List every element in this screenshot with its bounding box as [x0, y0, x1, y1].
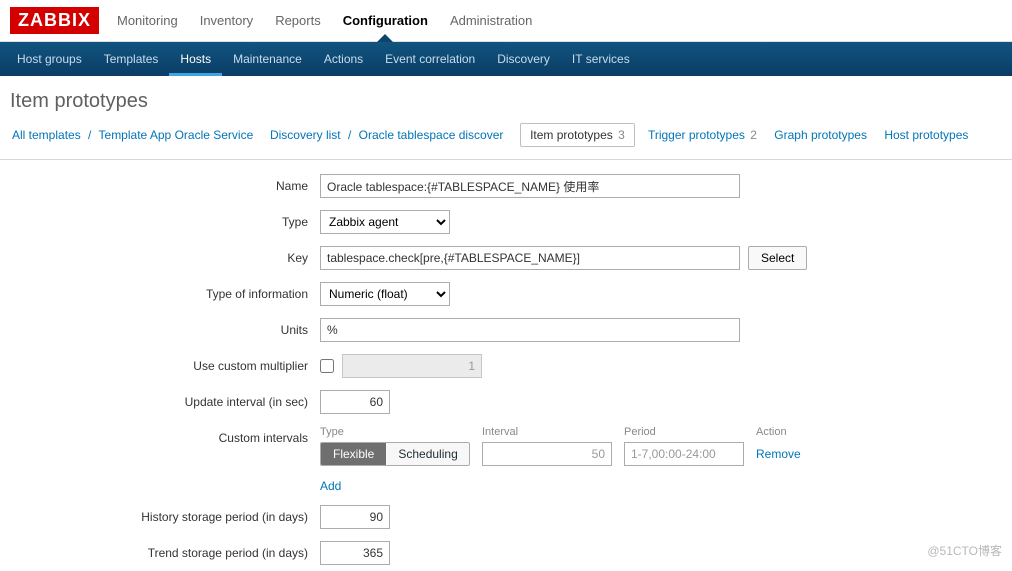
subnav-maintenance[interactable]: Maintenance — [222, 42, 313, 76]
sub-nav: Host groups Templates Hosts Maintenance … — [0, 42, 1012, 76]
crumb-template[interactable]: Template App Oracle Service — [99, 128, 254, 142]
subnav-discovery[interactable]: Discovery — [486, 42, 561, 76]
subnav-templates[interactable]: Templates — [93, 42, 170, 76]
mainnav-inventory[interactable]: Inventory — [200, 0, 253, 41]
page-title: Item prototypes — [0, 76, 1012, 123]
mainnav-configuration[interactable]: Configuration — [343, 0, 428, 41]
key-select-button[interactable]: Select — [748, 246, 807, 270]
tab-graph-prototypes[interactable]: Graph prototypes — [774, 128, 867, 142]
crumb-sep: / — [348, 128, 351, 142]
label-multiplier: Use custom multiplier — [0, 354, 320, 373]
crumb-discovery-list[interactable]: Discovery list — [270, 128, 341, 142]
ci-head-action: Action — [756, 426, 787, 438]
ci-scheduling[interactable]: Scheduling — [386, 443, 469, 465]
ci-head-interval: Interval — [482, 426, 612, 438]
mainnav-monitoring[interactable]: Monitoring — [117, 0, 178, 41]
ci-type-segmented[interactable]: Flexible Scheduling — [320, 442, 470, 466]
mainnav-reports[interactable]: Reports — [275, 0, 321, 41]
input-history[interactable] — [320, 505, 390, 529]
main-nav: Monitoring Inventory Reports Configurati… — [117, 0, 532, 41]
crumb-rule[interactable]: Oracle tablespace discover — [359, 128, 504, 142]
tab-item-prototypes[interactable]: Item prototypes 3 — [520, 123, 635, 147]
subnav-actions[interactable]: Actions — [313, 42, 374, 76]
tab-trigger-prototypes[interactable]: Trigger prototypes 2 — [648, 128, 760, 142]
tab-count: 2 — [750, 128, 757, 142]
logo[interactable]: ZABBIX — [10, 7, 99, 34]
label-units: Units — [0, 318, 320, 337]
breadcrumb: All templates / Template App Oracle Serv… — [0, 123, 1012, 159]
checkbox-multiplier[interactable] — [320, 359, 334, 373]
ci-period-input[interactable] — [624, 442, 744, 466]
custom-intervals-block: Type Interval Period Action Flexible Sch… — [320, 426, 801, 493]
topbar: ZABBIX Monitoring Inventory Reports Conf… — [0, 0, 1012, 42]
ci-add-link[interactable]: Add — [320, 479, 341, 493]
tab-count: 3 — [618, 128, 625, 142]
input-multiplier — [342, 354, 482, 378]
watermark: @51CTO博客 — [927, 542, 1002, 559]
subnav-host-groups[interactable]: Host groups — [6, 42, 93, 76]
tab-label: Item prototypes — [530, 128, 613, 142]
crumb-sep: / — [88, 128, 91, 142]
subnav-it-services[interactable]: IT services — [561, 42, 641, 76]
label-update-interval: Update interval (in sec) — [0, 390, 320, 409]
tab-label: Trigger prototypes — [648, 128, 745, 142]
subnav-hosts[interactable]: Hosts — [169, 42, 222, 76]
ci-flexible[interactable]: Flexible — [321, 443, 386, 465]
label-key: Key — [0, 246, 320, 265]
input-units[interactable] — [320, 318, 740, 342]
label-trend: Trend storage period (in days) — [0, 541, 320, 560]
ci-head-period: Period — [624, 426, 744, 438]
ci-interval-input[interactable] — [482, 442, 612, 466]
subnav-event-correlation[interactable]: Event correlation — [374, 42, 486, 76]
ci-head-type: Type — [320, 426, 470, 438]
input-update-interval[interactable] — [320, 390, 390, 414]
crumb-all-templates[interactable]: All templates — [12, 128, 81, 142]
select-info-type[interactable]: Numeric (float) — [320, 282, 450, 306]
input-name[interactable] — [320, 174, 740, 198]
input-trend[interactable] — [320, 541, 390, 565]
item-prototype-form: Name Type Zabbix agent Key Select Type o… — [0, 174, 1012, 565]
ci-remove-link[interactable]: Remove — [756, 447, 801, 461]
label-history: History storage period (in days) — [0, 505, 320, 524]
tab-host-prototypes[interactable]: Host prototypes — [884, 128, 968, 142]
label-name: Name — [0, 174, 320, 193]
input-key[interactable] — [320, 246, 740, 270]
mainnav-administration[interactable]: Administration — [450, 0, 532, 41]
label-type: Type — [0, 210, 320, 229]
label-info-type: Type of information — [0, 282, 320, 301]
select-type[interactable]: Zabbix agent — [320, 210, 450, 234]
label-custom-intervals: Custom intervals — [0, 426, 320, 445]
